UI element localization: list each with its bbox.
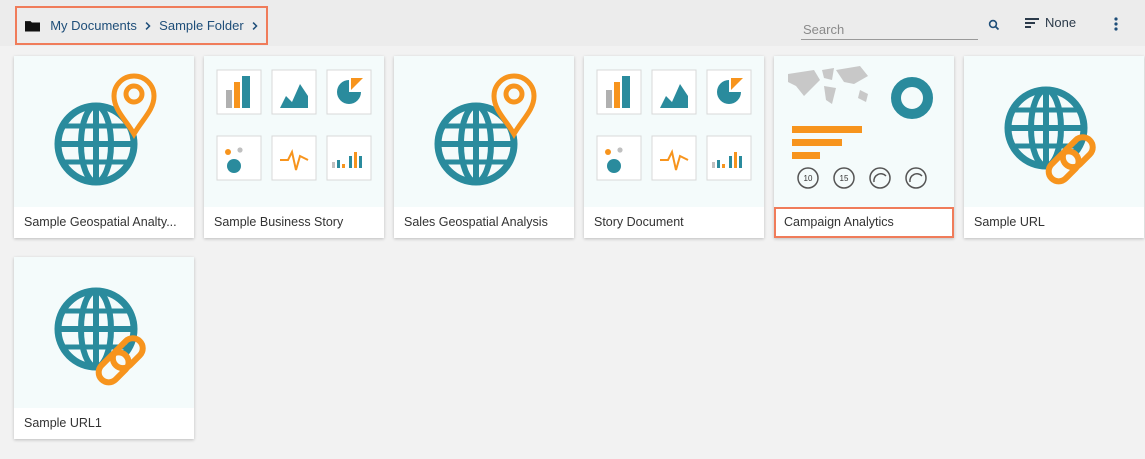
- sort-label: None: [1045, 15, 1077, 30]
- document-title: Sample Business Story: [214, 215, 344, 229]
- story-thumbnail: [584, 56, 764, 207]
- globe-link-icon: [964, 56, 1096, 185]
- chevron-right-icon: [252, 21, 258, 30]
- breadcrumb-item-sample-folder[interactable]: Sample Folder: [159, 18, 244, 33]
- globe-link-icon: [14, 257, 146, 386]
- document-card-sample-url1[interactable]: Sample URL1: [14, 257, 194, 439]
- document-title: Sample URL1: [24, 416, 102, 430]
- geospatial-thumbnail: [14, 56, 194, 207]
- document-title: Sales Geospatial Analysis: [404, 215, 548, 229]
- document-card-campaign-analytics[interactable]: 10 15 Campaign Analytics: [774, 56, 954, 238]
- dashboard-thumbnail: 10 15: [774, 56, 954, 207]
- document-title: Sample Geospatial Analty...: [24, 215, 177, 229]
- top-toolbar: My Documents Sample Folder None: [0, 0, 1145, 46]
- kebab-menu-icon[interactable]: [1113, 16, 1119, 32]
- story-thumbnail: [204, 56, 384, 207]
- url-thumbnail: [14, 257, 194, 408]
- search-input[interactable]: [801, 16, 978, 40]
- story-charts-icon: [596, 69, 752, 181]
- document-title: Sample URL: [974, 215, 1045, 229]
- globe-pin-icon: [394, 56, 574, 207]
- story-charts-icon: [216, 69, 372, 181]
- document-card-story-document[interactable]: Story Document: [584, 56, 764, 238]
- document-card-sample-url[interactable]: Sample URL: [964, 56, 1144, 238]
- document-title: Campaign Analytics: [774, 207, 954, 238]
- url-thumbnail: [964, 56, 1144, 207]
- breadcrumb: My Documents Sample Folder: [15, 6, 268, 45]
- svg-text:15: 15: [840, 174, 849, 183]
- document-title: Story Document: [594, 215, 684, 229]
- document-card-sales-geospatial[interactable]: Sales Geospatial Analysis: [394, 56, 574, 238]
- chevron-right-icon: [145, 21, 151, 30]
- folder-icon: [25, 20, 41, 32]
- breadcrumb-item-my-documents[interactable]: My Documents: [50, 18, 137, 33]
- geospatial-thumbnail: [394, 56, 574, 207]
- sort-dropdown[interactable]: None: [1025, 15, 1076, 30]
- document-card-sample-geospatial[interactable]: Sample Geospatial Analty...: [14, 56, 194, 238]
- search-icon[interactable]: [988, 19, 1000, 31]
- sort-icon: [1025, 17, 1039, 28]
- globe-pin-icon: [14, 56, 194, 207]
- document-card-sample-business-story[interactable]: Sample Business Story: [204, 56, 384, 238]
- svg-text:10: 10: [804, 174, 813, 183]
- dashboard-icon: 10 15: [788, 66, 933, 189]
